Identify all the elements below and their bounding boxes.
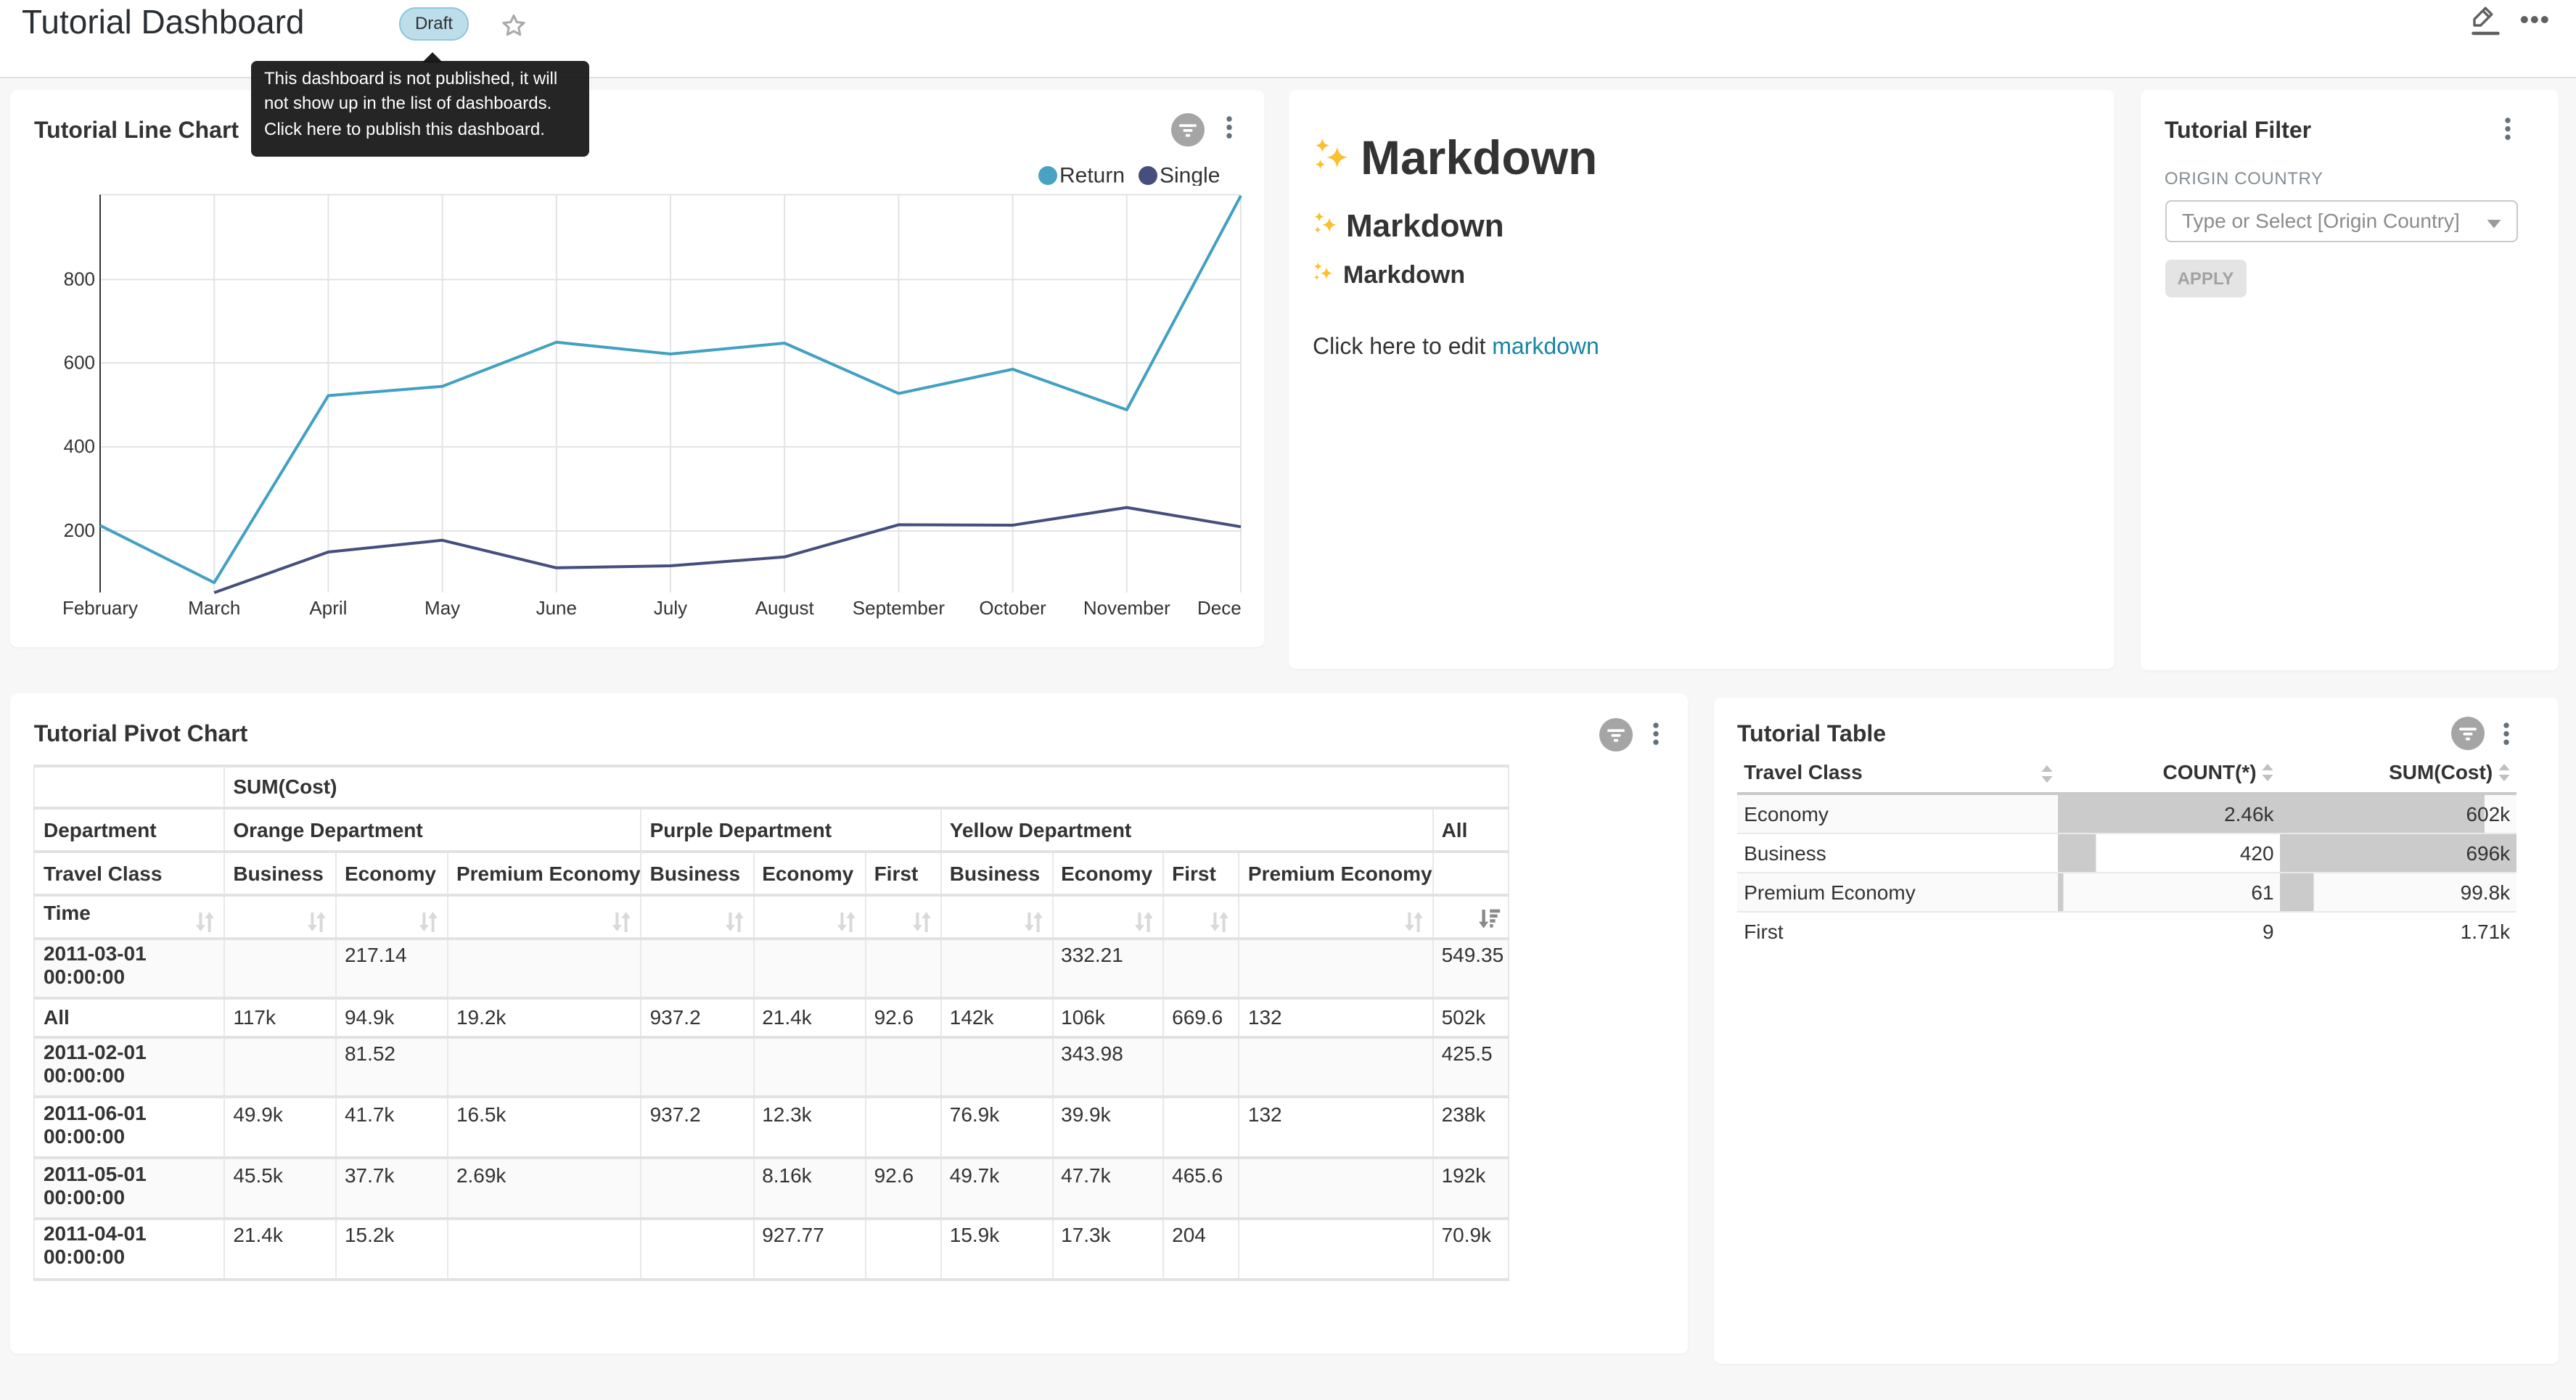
svg-text:December: December <box>1197 596 1242 618</box>
svg-text:February: February <box>62 596 138 618</box>
svg-text:April: April <box>309 596 347 618</box>
svg-text:September: September <box>853 596 946 618</box>
svg-text:November: November <box>1083 596 1170 618</box>
svg-text:July: July <box>654 596 687 618</box>
svg-text:June: June <box>536 596 577 618</box>
svg-text:200: 200 <box>64 519 95 540</box>
svg-text:May: May <box>424 596 460 618</box>
svg-text:March: March <box>188 596 240 618</box>
svg-text:400: 400 <box>64 435 95 456</box>
svg-text:October: October <box>979 596 1046 618</box>
svg-text:800: 800 <box>64 268 95 289</box>
svg-text:August: August <box>755 596 815 618</box>
svg-text:600: 600 <box>64 350 95 372</box>
